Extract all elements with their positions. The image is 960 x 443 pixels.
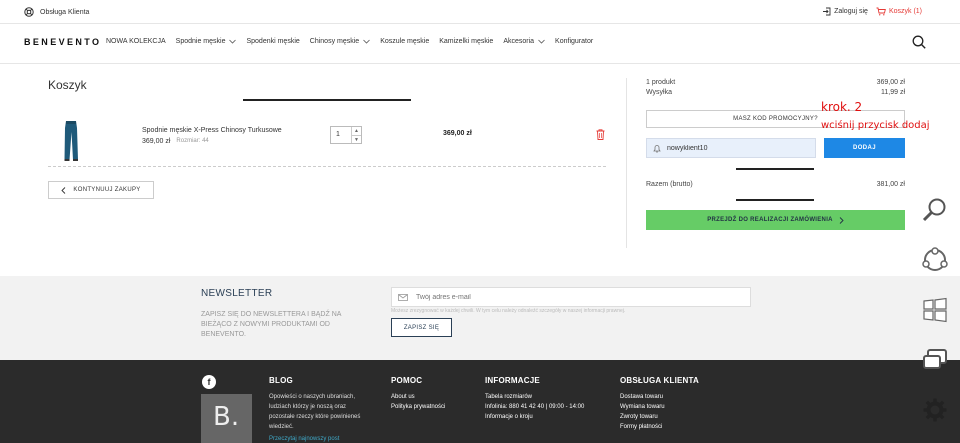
login-icon [823,7,831,16]
footer-help: POMOC About us Polityka prywatności [391,376,445,412]
footer-link-privacy[interactable]: Polityka prywatności [391,402,445,412]
footer-help-title: POMOC [391,376,423,385]
login-label: Zaloguj się [834,8,868,15]
total-value: 381,00 zł [876,181,905,188]
shipping-value: 11,99 zł [881,89,905,96]
footer-blog: BLOG Opowieści o naszych ubraniach, ludz… [269,376,371,443]
newsletter-email-input[interactable] [416,293,736,301]
total-label: Razem (brutto) [646,181,693,188]
shipping-row: Wysyłka 11,99 zł [646,89,905,96]
chevron-down-icon [363,39,370,44]
promo-code-input[interactable] [667,144,807,152]
site-footer: f B. BLOG Opowieści o naszych ubraniach,… [0,360,960,443]
quantity-down-icon[interactable]: ▼ [352,135,361,144]
trash-icon[interactable] [596,129,605,140]
footer-info-title: INFORMACJE [485,376,540,385]
nav-item-shirts[interactable]: Koszule męskie [380,38,429,45]
promo-code-field[interactable] [646,138,816,158]
add-promo-button[interactable]: DODAJ [824,138,905,158]
footer-link-fit-info[interactable]: Informacje o kroju [485,412,584,422]
search-icon[interactable] [912,35,926,49]
checkout-label: PRZEJDŹ DO REALIZACJI ZAMÓWIENIA [707,217,833,223]
devices-icon[interactable] [922,347,948,373]
nav-item-chinos[interactable]: Chinosy męskie [310,38,370,45]
side-dock [918,195,952,435]
facebook-icon[interactable]: f [202,375,216,389]
quantity-value[interactable]: 1 [331,127,351,143]
top-bar: Obsługa Klienta Zaloguj się Koszyk (1) [0,0,960,24]
product-image[interactable] [62,120,80,162]
product-size: Rozmiar: 44 [176,138,209,144]
newsletter-description: ZAPISZ SIĘ DO NEWSLETTERA I BĄDŹ NA BIEŻ… [201,311,342,338]
products-subtotal-value: 369,00 zł [876,79,905,86]
newsletter-title: NEWSLETTER [201,288,273,299]
redaction-bar [243,99,411,101]
continue-shopping-button[interactable]: KONTYNUUJ ZAKUPY [48,181,154,199]
cart-divider [48,166,606,167]
lifebuoy-icon [24,7,34,17]
cart-link[interactable]: Koszyk (1) [876,7,922,16]
footer-link-delivery[interactable]: Dostawa towaru [620,392,699,402]
nav-item-accessories[interactable]: Akcesoria [503,38,545,45]
footer-customer-service-title: OBSŁUGA KLIENTA [620,376,699,385]
shipping-label: Wysyłka [646,89,672,96]
footer-blog-text: Opowieści o naszych ubraniach, ludziach … [269,394,361,430]
footer-link-about[interactable]: About us [391,392,445,402]
quantity-up-icon[interactable]: ▲ [352,127,361,135]
footer-customer-service: OBSŁUGA KLIENTA Dostawa towaru Wymiana t… [620,376,699,432]
redaction-bar [736,168,814,170]
main-menu: NOWA KOLEKCJA Spodnie męskie Spodenki mę… [106,38,593,45]
footer-link-size-chart[interactable]: Tabela rozmiarów [485,392,584,402]
quantity-stepper[interactable]: 1 ▲ ▼ [330,126,362,144]
nav-item-new-collection[interactable]: NOWA KOLEKCJA [106,38,166,45]
chevron-right-icon [839,216,844,224]
newsletter-note: Możesz zrezygnować w każdej chwili. W ty… [391,308,626,314]
blog-thumbnail[interactable]: B. [201,394,252,443]
page-title: Koszyk [48,78,87,92]
cart-label: Koszyk (1) [888,8,922,15]
customer-support-link[interactable]: Obsługa Klienta [24,7,89,17]
checkout-button[interactable]: PRZEJDŹ DO REALIZACJI ZAMÓWIENIA [646,210,905,230]
newsletter-email-field[interactable] [391,287,751,307]
nav-item-configurator[interactable]: Konfigurator [555,38,593,45]
footer-link-exchange[interactable]: Wymiana towaru [620,402,699,412]
envelope-icon [398,293,408,301]
chevron-down-icon [538,39,545,44]
network-icon[interactable] [922,247,948,273]
magnifier-icon[interactable] [922,197,948,223]
footer-blog-title: BLOG [269,376,293,385]
nav-item-shorts[interactable]: Spodenki męskie [246,38,299,45]
subscribe-button[interactable]: ZAPISZ SIĘ [391,318,452,337]
products-count-label: 1 produkt [646,79,676,86]
footer-link-returns[interactable]: Zwroty towaru [620,412,699,422]
bell-icon [653,144,661,152]
line-total: 369,00 zł [443,130,472,137]
products-subtotal-row: 1 produkt 369,00 zł [646,79,905,86]
annotation-instruction: wciśnij przycisk dodaj [821,120,930,131]
footer-info: INFORMACJE Tabela rozmiarów Infolinia: 8… [485,376,584,422]
product-name[interactable]: Spodnie męskie X-Press Chinosy Turkusowe [142,127,282,134]
login-link[interactable]: Zaloguj się [822,7,868,16]
main-navbar: BENEVENTO NOWA KOLEKCJA Spodnie męskie S… [0,24,960,64]
windows-icon[interactable] [922,297,948,323]
customer-support-label: Obsługa Klienta [40,8,90,16]
continue-shopping-label: KONTYNUUJ ZAKUPY [73,187,141,193]
cart-icon [876,7,886,16]
product-price: 369,00 zł [142,138,171,145]
newsletter-section: NEWSLETTER ZAPISZ SIĘ DO NEWSLETTERA I B… [0,276,960,360]
total-row: Razem (brutto) 381,00 zł [646,181,905,188]
gear-icon[interactable] [922,397,948,423]
footer-hotline: Infolinia: 880 41 42 40 | 09:00 - 14:00 [485,404,585,410]
footer-link-payment[interactable]: Formy płatności [620,422,699,432]
chevron-down-icon [229,39,237,44]
footer-blog-link[interactable]: Przeczytaj najnowszy post [269,434,371,443]
nav-item-trousers[interactable]: Spodnie męskie [176,38,237,45]
chevron-left-icon [61,186,66,194]
annotation-step: krok. 2 [821,100,863,114]
redaction-bar [736,199,814,201]
brand-logo[interactable]: BENEVENTO [24,37,101,47]
nav-item-vests[interactable]: Kamizelki męskie [439,38,493,45]
summary-divider [626,78,627,248]
